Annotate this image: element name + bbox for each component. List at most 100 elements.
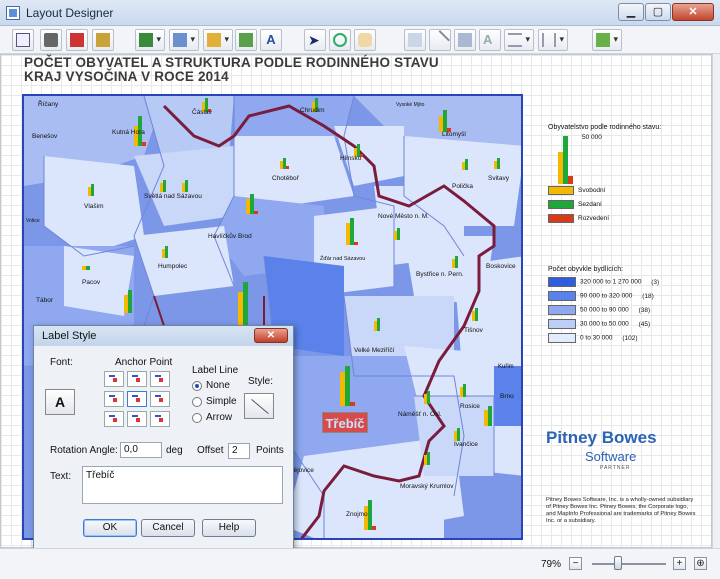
export-button[interactable] (92, 29, 114, 51)
anchor-middle-right[interactable] (150, 391, 170, 407)
svg-text:Vlašim: Vlašim (84, 203, 104, 210)
add-image-icon (239, 33, 253, 47)
anchor-top-center[interactable] (127, 371, 147, 387)
svg-text:Brno: Brno (500, 393, 514, 400)
app-icon (6, 6, 20, 20)
fit-to-window-button[interactable]: ⊕ (694, 557, 707, 570)
anchor-bottom-center[interactable] (127, 411, 147, 427)
legend-series-0: Svobodní (548, 186, 605, 195)
zoom-out-button[interactable]: − (569, 557, 582, 570)
svg-text:Hlinsko: Hlinsko (340, 155, 362, 162)
zoom-button[interactable] (329, 29, 351, 51)
add-legend-button[interactable] (203, 29, 233, 51)
radio-none-label: None (206, 380, 230, 391)
zoom-slider-track[interactable] (592, 563, 666, 565)
shape-icon (458, 33, 472, 47)
add-text-button[interactable]: A (260, 29, 282, 51)
svg-text:Havlíčkův Brod: Havlíčkův Brod (208, 232, 252, 240)
legend-range-1: 90 000 to 320 000 (18) (548, 291, 654, 301)
font-button[interactable]: A (45, 389, 75, 415)
svg-text:Nové Město n. M.: Nové Město n. M. (378, 213, 429, 220)
legend-series-label: Rozvedení (578, 215, 610, 223)
dialog-titlebar[interactable]: Label Style ✕ (34, 326, 293, 346)
svg-text:Bystřice n. Pern.: Bystřice n. Pern. (416, 271, 464, 278)
svg-text:Chotěboř: Chotěboř (272, 175, 300, 182)
vertical-scrollbar[interactable] (712, 54, 720, 548)
select-icon: ➤ (308, 32, 320, 48)
line-button[interactable] (429, 29, 451, 51)
svg-text:Kuřim: Kuřim (498, 364, 514, 370)
anchor-bottom-left[interactable] (104, 411, 124, 427)
legend-range-count: (3) (651, 278, 660, 286)
align-button[interactable] (504, 29, 534, 51)
zoom-in-button[interactable]: + (673, 557, 686, 570)
points-label: Points (256, 445, 284, 456)
help-button[interactable]: Help (202, 519, 256, 537)
label-style-dialog[interactable]: Label Style ✕ Font: A Anchor Point Label… (33, 325, 294, 550)
window-title: Layout Designer (26, 6, 114, 20)
legend-series-label: Sezdaní (578, 201, 602, 209)
radio-none[interactable] (192, 381, 202, 391)
pitney-bowes-logo: Pitney Bowes (546, 428, 657, 447)
label-text-input[interactable]: Třebíč (82, 466, 283, 504)
legend-range-label: 90 000 to 320 000 (580, 292, 633, 300)
svg-text:Svitavy: Svitavy (488, 175, 510, 182)
pan-icon (358, 33, 372, 47)
radio-arrow[interactable] (192, 413, 202, 423)
anchor-top-left[interactable] (104, 371, 124, 387)
line-style-button[interactable] (244, 393, 274, 419)
distribute-icon (542, 33, 556, 47)
map-title-line2: KRAJ VYSOČINA V ROCE 2014 (24, 69, 229, 84)
copyright-text: Pitney Bowes Software, Inc. is a wholly-… (546, 497, 696, 524)
svg-text:Znojmo: Znojmo (346, 511, 368, 518)
add-table-button[interactable] (169, 29, 199, 51)
add-table-icon (173, 33, 187, 47)
select-button[interactable]: ➤ (304, 29, 326, 51)
legend-range-count: (38) (638, 306, 651, 314)
dialog-close-button[interactable]: ✕ (254, 328, 288, 343)
svg-text:Tábor: Tábor (36, 297, 54, 304)
new-layout-button[interactable] (12, 29, 34, 51)
legend-range-label: 0 to 30 000 (580, 334, 613, 342)
svg-text:Boskovice: Boskovice (486, 263, 516, 270)
minimize-button[interactable]: ▁ (618, 3, 644, 21)
add-image-button[interactable] (235, 29, 257, 51)
line-icon (430, 30, 450, 50)
rotation-angle-input[interactable]: 0,0 (120, 442, 162, 458)
anchor-top-right[interactable] (150, 371, 170, 387)
shape-button[interactable] (454, 29, 476, 51)
ok-button[interactable]: OK (83, 519, 137, 537)
close-button[interactable]: ✕ (672, 3, 714, 21)
svg-text:Moravský Krumlov: Moravský Krumlov (400, 483, 454, 490)
label-line-label: Label Line (192, 365, 239, 376)
maximize-button[interactable]: ▢ (645, 3, 671, 21)
pitney-bowes-partner: PARTNER (600, 465, 631, 471)
legend-range-2: 50 000 to 90 000 (38) (548, 305, 650, 315)
distribute-button[interactable] (538, 29, 568, 51)
anchor-point-label: Anchor Point (115, 357, 173, 368)
anchor-bottom-right[interactable] (150, 411, 170, 427)
grid-button[interactable] (592, 29, 622, 51)
pan-button[interactable] (354, 29, 376, 51)
radio-simple[interactable] (192, 397, 202, 407)
svg-text:Ivančice: Ivančice (454, 441, 478, 448)
anchor-center[interactable] (127, 391, 147, 407)
offset-input[interactable]: 2 (228, 443, 250, 459)
text-style-button[interactable]: A (479, 29, 501, 51)
svg-text:Náměšť n. Osl.: Náměšť n. Osl. (398, 411, 442, 418)
print-button[interactable] (40, 29, 62, 51)
anchor-middle-left[interactable] (104, 391, 124, 407)
zoom-slider-thumb[interactable] (614, 556, 622, 570)
bring-front-icon (408, 33, 422, 47)
map-title[interactable]: POČET OBYVATEL A STRUKTURA PODLE RODINNÉ… (24, 56, 439, 84)
svg-text:Litomyšl: Litomyšl (442, 131, 466, 138)
legend-panel[interactable]: Obyvatelstvo podle rodinného stavu: 50 0… (540, 120, 700, 350)
svg-text:Humpolec: Humpolec (158, 263, 188, 270)
zoom-icon (333, 33, 347, 47)
selected-map-label[interactable]: Třebíč (322, 412, 368, 433)
pdf-button[interactable] (66, 29, 88, 51)
add-map-button[interactable] (135, 29, 165, 51)
svg-text:Chrudim: Chrudim (300, 107, 325, 114)
bring-front-button[interactable] (404, 29, 426, 51)
cancel-button[interactable]: Cancel (141, 519, 195, 537)
